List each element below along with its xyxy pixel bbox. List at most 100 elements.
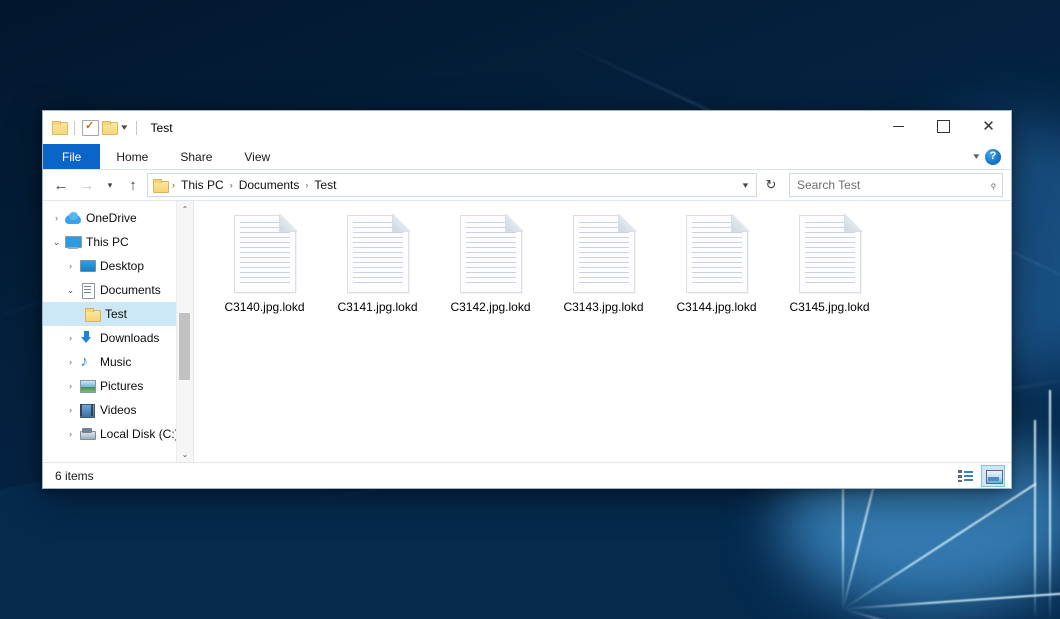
address-bar[interactable]: › This PC › Documents › Test ▾ [147, 173, 757, 197]
sidebar-item-documents[interactable]: ⌄ Documents [43, 278, 193, 302]
file-list-view[interactable]: C3140.jpg.lokd C3141.jpg.lokd [194, 201, 1011, 462]
sidebar-item-label: Music [100, 356, 131, 368]
tab-view[interactable]: View [228, 144, 286, 169]
breadcrumb-item-documents[interactable]: Documents [234, 177, 305, 193]
scroll-up-icon[interactable]: ⌃ [177, 201, 193, 217]
large-icons-view-icon [986, 470, 1001, 482]
explorer-app-icon[interactable] [52, 121, 67, 134]
details-view-icon [958, 470, 973, 482]
videos-icon [78, 404, 96, 417]
file-name: C3140.jpg.lokd [221, 299, 307, 316]
file-item[interactable]: C3143.jpg.lokd [547, 213, 660, 337]
item-count-label: 6 items [55, 469, 94, 483]
sidebar-item-test[interactable]: Test [43, 302, 193, 326]
sidebar-item-label: Documents [100, 284, 161, 296]
generic-document-icon [686, 215, 748, 293]
file-item[interactable]: C3145.jpg.lokd [773, 213, 886, 337]
refresh-button[interactable]: ↻ [759, 173, 783, 197]
sidebar-item-pictures[interactable]: › Pictures [43, 374, 193, 398]
new-folder-icon[interactable] [102, 121, 117, 134]
file-explorer-window: ▾ Test ✕ File Home Share View ▾ ? ← → [42, 110, 1012, 489]
sidebar-item-label: Videos [100, 404, 136, 416]
windows-logo-line-6 [1034, 420, 1036, 619]
file-item[interactable]: C3142.jpg.lokd [434, 213, 547, 337]
tab-file[interactable]: File [43, 144, 100, 169]
breadcrumb-item-test[interactable]: Test [309, 177, 341, 193]
generic-document-icon [347, 215, 409, 293]
details-view-button[interactable] [953, 465, 977, 487]
chevron-right-icon[interactable]: › [63, 262, 78, 271]
file-grid: C3140.jpg.lokd C3141.jpg.lokd [208, 213, 1011, 337]
chevron-right-icon[interactable]: › [63, 358, 78, 367]
sidebar-item-onedrive[interactable]: › OneDrive [43, 206, 193, 230]
quick-access-toolbar: ▾ [43, 120, 141, 136]
chevron-right-icon[interactable]: › [63, 406, 78, 415]
view-mode-buttons [953, 465, 1005, 487]
search-icon: ⌕ [986, 177, 1002, 192]
window-title: Test [151, 121, 173, 135]
scrollbar-thumb[interactable] [179, 313, 190, 379]
chevron-right-icon[interactable]: › [49, 214, 64, 223]
chevron-right-icon[interactable]: › [63, 430, 78, 439]
title-bar[interactable]: ▾ Test ✕ [43, 111, 1011, 144]
file-item[interactable]: C3141.jpg.lokd [321, 213, 434, 337]
close-button[interactable]: ✕ [966, 111, 1011, 142]
sidebar-item-downloads[interactable]: › Downloads [43, 326, 193, 350]
file-item[interactable]: C3140.jpg.lokd [208, 213, 321, 337]
tab-share[interactable]: Share [164, 144, 228, 169]
address-dropdown-icon[interactable]: ▾ [735, 175, 756, 195]
window-controls: ✕ [876, 111, 1011, 142]
chevron-down-icon[interactable]: ▾ [119, 123, 131, 132]
navigation-pane-scrollbar[interactable]: ⌃ ⌄ [176, 201, 193, 462]
breadcrumb: › This PC › Documents › Test [152, 177, 737, 193]
sidebar-item-music[interactable]: › ♪ Music [43, 350, 193, 374]
qat-divider-2 [136, 121, 137, 135]
search-input[interactable]: Search Test [797, 178, 860, 192]
file-name: C3142.jpg.lokd [447, 299, 533, 316]
maximize-button[interactable] [921, 111, 966, 142]
local-disk-icon [78, 428, 96, 440]
sidebar-item-this-pc[interactable]: ⌄ This PC [43, 230, 193, 254]
explorer-body: › OneDrive ⌄ This PC › Desktop ⌄ [43, 200, 1011, 462]
qat-divider-1 [74, 121, 75, 135]
maximize-icon [937, 120, 950, 133]
sidebar-item-label: Pictures [100, 380, 143, 392]
large-icons-view-button[interactable] [981, 465, 1005, 487]
music-icon: ♪ [78, 355, 96, 369]
close-icon: ✕ [982, 119, 995, 134]
scroll-down-icon[interactable]: ⌄ [177, 446, 193, 462]
onedrive-icon [64, 212, 82, 224]
minimize-button[interactable] [876, 111, 921, 142]
help-icon[interactable]: ? [985, 149, 1001, 165]
pictures-icon [78, 380, 96, 392]
chevron-down-icon[interactable]: ⌄ [49, 238, 64, 247]
breadcrumb-item-this-pc[interactable]: This PC [176, 177, 229, 193]
tab-home[interactable]: Home [100, 144, 164, 169]
sidebar-item-videos[interactable]: › Videos [43, 398, 193, 422]
generic-document-icon [460, 215, 522, 293]
scrollbar-track[interactable] [177, 217, 193, 446]
properties-icon[interactable] [82, 120, 99, 136]
folder-icon [83, 308, 101, 321]
chevron-down-icon[interactable]: ⌄ [63, 286, 78, 295]
back-button[interactable]: ← [49, 173, 73, 197]
sidebar-item-local-disk[interactable]: › Local Disk (C:) [43, 422, 193, 446]
file-name: C3143.jpg.lokd [560, 299, 646, 316]
file-item[interactable]: C3144.jpg.lokd [660, 213, 773, 337]
this-pc-icon [64, 236, 82, 249]
sidebar-item-label: This PC [86, 236, 129, 248]
up-button[interactable]: ↑ [121, 173, 145, 197]
ribbon-right-controls: ▾ ? [974, 144, 1007, 169]
sidebar-item-label: OneDrive [86, 212, 137, 224]
chevron-right-icon[interactable]: › [63, 334, 78, 343]
sidebar-item-desktop[interactable]: › Desktop [43, 254, 193, 278]
recent-locations-button[interactable]: ▾ [101, 173, 119, 197]
breadcrumb-folder-icon [153, 179, 168, 192]
sidebar-item-label: Local Disk (C:) [100, 428, 179, 440]
chevron-down-icon[interactable]: ▾ [974, 151, 980, 162]
search-box[interactable]: Search Test ⌕ [789, 173, 1003, 197]
chevron-right-icon[interactable]: › [63, 382, 78, 391]
forward-button[interactable]: → [75, 173, 99, 197]
status-bar: 6 items [43, 462, 1011, 488]
sidebar-item-label: Desktop [100, 260, 144, 272]
